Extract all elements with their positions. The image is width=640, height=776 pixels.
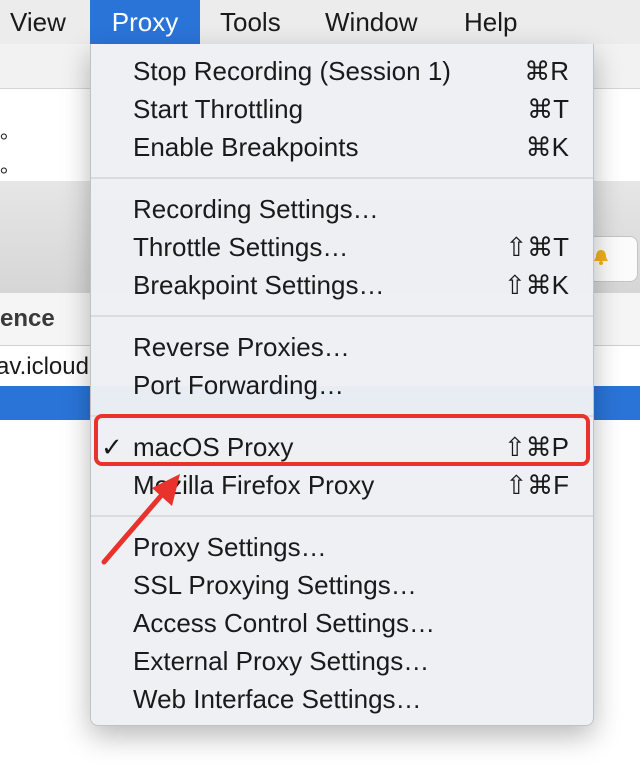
info-text-fragment: 。 [0, 121, 20, 143]
menu-view[interactable]: View [0, 0, 82, 44]
menu-item-label: Start Throttling [133, 94, 304, 124]
menu-proxy[interactable]: Proxy [90, 0, 200, 44]
menu-item-stop-recording[interactable]: Stop Recording (Session 1) ⌘R [91, 52, 593, 90]
menu-item-shortcut: ⌘R [524, 56, 569, 86]
annotation-highlight-box [94, 414, 590, 466]
menu-item-access-control-settings[interactable]: Access Control Settings… [91, 604, 593, 642]
menu-item-label: Breakpoint Settings… [133, 270, 385, 300]
menu-separator [91, 177, 593, 179]
menu-item-external-proxy-settings[interactable]: External Proxy Settings… [91, 642, 593, 680]
menu-item-recording-settings[interactable]: Recording Settings… [91, 190, 593, 228]
menu-item-reverse-proxies[interactable]: Reverse Proxies… [91, 328, 593, 366]
menu-item-label: Stop Recording (Session 1) [133, 56, 451, 86]
menu-tools[interactable]: Tools [204, 0, 297, 44]
menu-window[interactable]: Window [309, 0, 433, 44]
menu-item-label: External Proxy Settings… [133, 646, 430, 676]
proxy-menu: Stop Recording (Session 1) ⌘R Start Thro… [90, 44, 594, 726]
menu-bar: View Proxy Tools Window Help [0, 0, 640, 45]
table-row-text: av.icloud [0, 353, 89, 380]
menu-item-throttle-settings[interactable]: Throttle Settings… ⇧⌘T [91, 228, 593, 266]
menu-item-shortcut: ⇧⌘F [505, 470, 569, 500]
menu-item-label: SSL Proxying Settings… [133, 570, 417, 600]
menu-item-breakpoint-settings[interactable]: Breakpoint Settings… ⇧⌘K [91, 266, 593, 304]
menu-item-label: Throttle Settings… [133, 232, 349, 262]
menu-item-shortcut: ⌘K [525, 132, 569, 162]
menu-item-label: Access Control Settings… [133, 608, 436, 638]
menu-item-label: Enable Breakpoints [133, 132, 359, 162]
menu-item-start-throttling[interactable]: Start Throttling ⌘T [91, 90, 593, 128]
menu-item-port-forwarding[interactable]: Port Forwarding… [91, 366, 593, 404]
menu-item-shortcut: ⇧⌘T [505, 232, 569, 262]
bell-icon [594, 250, 608, 265]
menu-item-label: Web Interface Settings… [133, 684, 422, 714]
menu-item-shortcut: ⇧⌘K [503, 270, 569, 300]
menu-help[interactable]: Help [448, 0, 533, 44]
annotation-arrow-icon [101, 474, 180, 565]
menu-item-web-interface-settings[interactable]: Web Interface Settings… [91, 680, 593, 718]
menu-item-label: Reverse Proxies… [133, 332, 350, 362]
menu-item-ssl-proxying-settings[interactable]: SSL Proxying Settings… [91, 566, 593, 604]
menu-separator [91, 315, 593, 317]
menu-item-enable-breakpoints[interactable]: Enable Breakpoints ⌘K [91, 128, 593, 166]
menu-item-label: Port Forwarding… [133, 370, 344, 400]
menu-item-shortcut: ⌘T [527, 94, 569, 124]
column-header-label[interactable]: ence [0, 305, 55, 333]
menu-item-label: Recording Settings… [133, 194, 379, 224]
info-text-fragment: 。 [0, 155, 20, 177]
